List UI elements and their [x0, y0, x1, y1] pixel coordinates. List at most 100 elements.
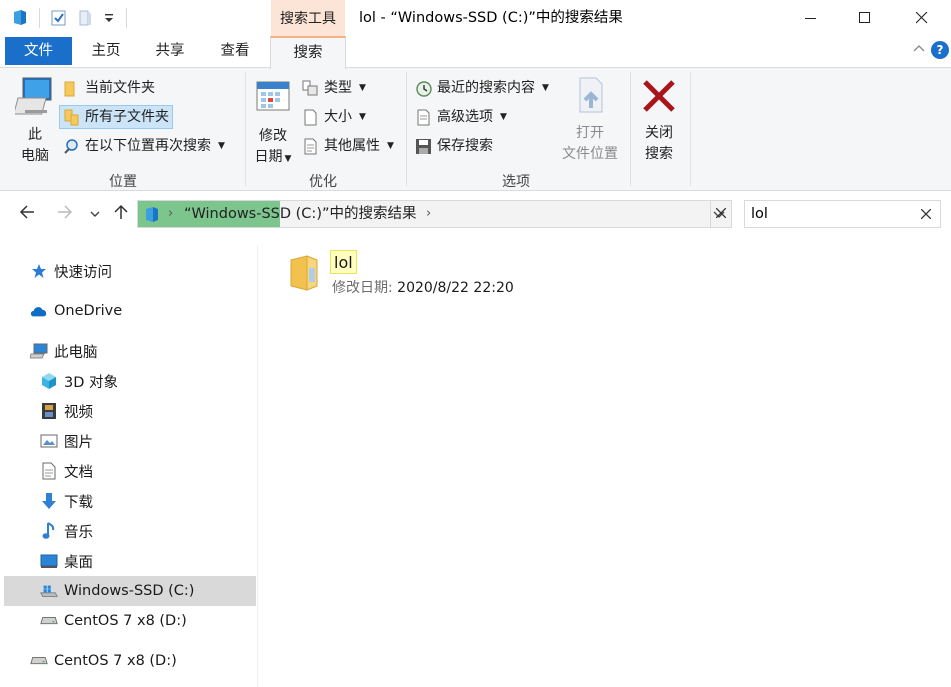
other-properties-label: 其他属性: [324, 138, 380, 154]
maximize-button[interactable]: [838, 0, 892, 36]
title-bar: 搜索工具 lol - “Windows-SSD (C:)”中的搜索结果: [0, 0, 951, 36]
help-icon[interactable]: ?: [931, 41, 949, 59]
forward-button[interactable]: [56, 203, 74, 226]
open-file-location-button[interactable]: 打开 文件位置: [554, 74, 626, 165]
kind-icon: [302, 80, 318, 95]
result-meta-key: 修改日期:: [332, 280, 393, 296]
close-search-button[interactable]: 关闭 搜索: [636, 76, 682, 165]
size-button[interactable]: 大小 ▼: [299, 105, 369, 129]
nav-item-centos-drive[interactable]: CentOS 7 x8 (D:): [40, 606, 292, 636]
collapse-ribbon-icon[interactable]: [913, 44, 925, 52]
nav-item-videos[interactable]: 视频: [40, 396, 292, 426]
up-arrow-icon: [114, 204, 128, 219]
search-box[interactable]: [744, 200, 941, 228]
ribbon-tabs: 文件 主页 共享 查看 搜索 ?: [0, 36, 951, 69]
recent-searches-button[interactable]: 最近的搜索内容 ▼: [412, 76, 552, 100]
date-modified-label-2: 日期 ▼: [254, 149, 292, 165]
up-button[interactable]: [112, 203, 130, 226]
this-pc-button[interactable]: 此 电脑: [12, 72, 58, 167]
advanced-options-button[interactable]: 高级选项 ▼: [412, 105, 510, 129]
tab-file[interactable]: 文件: [5, 37, 72, 65]
properties-sheet-icon: [304, 138, 317, 154]
nav-item-pictures[interactable]: 图片: [40, 426, 292, 456]
music-note-icon: [40, 522, 58, 540]
chevron-down-icon: ▼: [542, 83, 549, 93]
close-search-icon: [643, 80, 675, 112]
back-button[interactable]: [18, 203, 36, 226]
cloud-icon: [30, 302, 48, 320]
picture-icon: [40, 432, 58, 450]
group-label-options: 选项: [502, 174, 530, 190]
nav-item-centos-drive-root[interactable]: CentOS 7 x8 (D:): [30, 646, 282, 676]
date-modified-button[interactable]: 修改 日期 ▼: [250, 78, 296, 170]
close-icon: [916, 12, 928, 24]
stop-search-button[interactable]: [710, 200, 732, 228]
result-meta: 修改日期: 2020/8/22 22:20: [332, 277, 514, 297]
nav-item-quick-access[interactable]: 快速访问: [30, 256, 282, 286]
close-window-button[interactable]: [895, 0, 949, 36]
explorer-app-icon[interactable]: [12, 9, 28, 26]
clear-search-button[interactable]: [920, 202, 932, 226]
desktop-icon: [40, 552, 58, 570]
new-folder-icon[interactable]: [78, 9, 94, 26]
document-icon: [40, 462, 58, 480]
other-properties-button[interactable]: 其他属性 ▼: [299, 134, 397, 158]
all-subfolders-button[interactable]: 所有子文件夹: [59, 105, 173, 129]
back-arrow-icon: [19, 205, 34, 219]
search-result-item[interactable]: lol 修改日期: 2020/8/22 22:20: [283, 246, 543, 302]
computer-icon: [30, 342, 48, 360]
nav-item-label: 下载: [64, 494, 93, 511]
nav-item-documents[interactable]: 文档: [40, 456, 292, 486]
nav-item-label: OneDrive: [54, 303, 123, 319]
breadcrumb-separator[interactable]: ›: [426, 201, 431, 227]
download-arrow-icon: [40, 492, 58, 510]
result-name[interactable]: lol: [330, 250, 357, 274]
properties-icon[interactable]: [51, 9, 67, 26]
search-again-in-label: 在以下位置再次搜索: [85, 138, 211, 154]
minimize-icon: [805, 18, 816, 19]
customize-qat-icon[interactable]: [101, 9, 117, 26]
kind-button[interactable]: 类型 ▼: [299, 76, 369, 100]
nav-item-label: 3D 对象: [64, 374, 118, 391]
search-again-in-button[interactable]: 在以下位置再次搜索 ▼: [60, 134, 228, 158]
search-input[interactable]: [751, 203, 911, 225]
group-label-refine: 优化: [309, 174, 337, 190]
chevron-down-icon: ▼: [218, 141, 225, 151]
group-divider: [406, 72, 407, 186]
this-pc-label-1: 此: [28, 127, 42, 143]
this-pc-label-2: 电脑: [21, 148, 49, 164]
close-search-label-2: 搜索: [645, 146, 673, 162]
size-label: 大小: [324, 109, 352, 125]
minimize-button[interactable]: [784, 0, 838, 36]
nav-item-music[interactable]: 音乐: [40, 516, 292, 546]
current-folder-label: 当前文件夹: [85, 80, 155, 96]
tab-home[interactable]: 主页: [78, 37, 134, 65]
group-divider: [630, 72, 631, 186]
nav-item-3d-objects[interactable]: 3D 对象: [40, 366, 292, 396]
save-search-button[interactable]: 保存搜索: [412, 134, 496, 158]
nav-item-label: 视频: [64, 404, 93, 421]
nav-item-windows-ssd[interactable]: Windows-SSD (C:): [4, 576, 256, 606]
nav-item-desktop[interactable]: 桌面: [40, 546, 292, 576]
nav-item-onedrive[interactable]: OneDrive: [30, 296, 282, 326]
navigation-pane: 快速访问 OneDrive 此电脑 3D 对象 视频 图片 文档 下载 音乐 桌…: [0, 245, 258, 687]
search-tools-context-header: 搜索工具: [271, 0, 345, 36]
tab-share[interactable]: 共享: [142, 37, 198, 65]
tab-search[interactable]: 搜索: [270, 36, 346, 69]
tab-view[interactable]: 查看: [206, 37, 264, 65]
recent-locations-button[interactable]: [89, 205, 101, 225]
chevron-down-icon: ▼: [500, 112, 507, 122]
open-file-location-label-1: 打开: [576, 125, 604, 141]
address-bar[interactable]: › “Windows-SSD (C:)”中的搜索结果 ›: [137, 200, 732, 228]
ribbon: 此 电脑 当前文件夹 所有子文件夹 在以下位置再次搜索 ▼ 位置 修改 日期 ▼ …: [0, 67, 951, 191]
nav-item-label: Windows-SSD (C:): [64, 583, 195, 599]
folder-icon: [290, 255, 318, 291]
current-folder-button[interactable]: 当前文件夹: [60, 76, 158, 100]
breadcrumb-separator[interactable]: ›: [168, 201, 173, 227]
nav-item-downloads[interactable]: 下载: [40, 486, 292, 516]
navigation-bar: › “Windows-SSD (C:)”中的搜索结果 ›: [0, 192, 951, 236]
address-path[interactable]: “Windows-SSD (C:)”中的搜索结果: [184, 201, 417, 227]
nav-item-label: 音乐: [64, 524, 93, 541]
nav-item-this-pc[interactable]: 此电脑: [30, 336, 282, 366]
nav-item-label: 文档: [64, 464, 93, 481]
